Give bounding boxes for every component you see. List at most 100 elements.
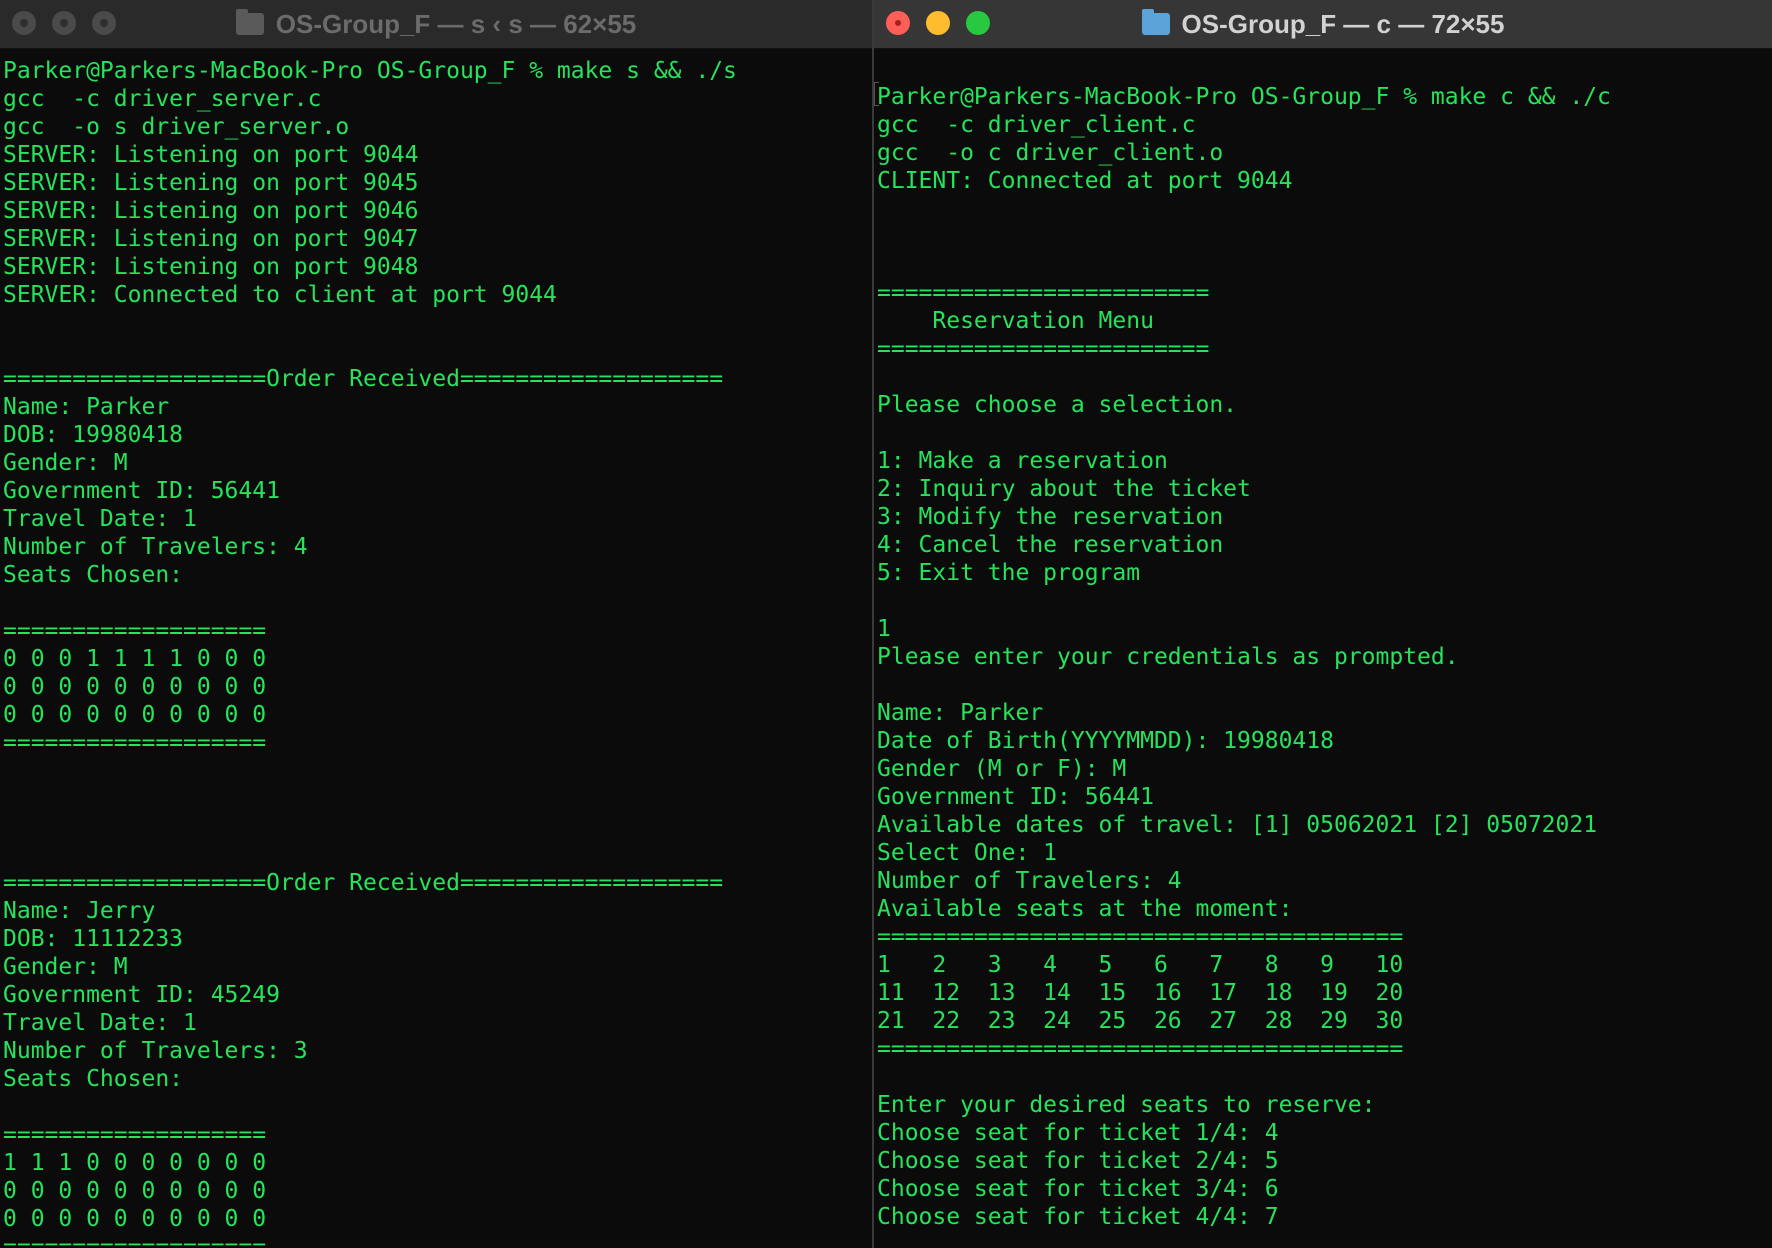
terminal-line: Gender: M: [3, 954, 128, 980]
terminal-line: 0 0 0 0 0 0 0 0 0 0: [3, 674, 267, 700]
terminal-line: Date of Birth(YYYYMMDD): 19980418: [877, 728, 1334, 754]
zoom-button[interactable]: [92, 11, 116, 35]
minimize-button[interactable]: [52, 11, 76, 35]
terminal-line: 1 1 1 0 0 0 0 0 0 0: [3, 1150, 267, 1176]
window-controls: [12, 11, 116, 35]
terminal-line: 1: [877, 616, 891, 642]
zoom-button[interactable]: [966, 11, 990, 35]
terminal-line: 21 22 23 24 25 26 27 28 29 30: [877, 1008, 1404, 1034]
window-controls: [886, 11, 990, 35]
client-window-title: OS-Group_F — c — 72×55: [1141, 9, 1504, 40]
terminal-line: 3: Modify the reservation: [877, 504, 1224, 530]
terminal-line: Parker@Parkers-MacBook-Pro OS-Group_F % …: [877, 84, 1611, 110]
terminal-line: ========================: [877, 280, 1210, 306]
terminal-line: Government ID: 45249: [3, 982, 280, 1008]
close-button[interactable]: [12, 11, 36, 35]
terminal-line: Please choose a selection.: [877, 392, 1238, 418]
terminal-line: 1 2 3 4 5 6 7 8 9 10: [877, 952, 1404, 978]
folder-icon: [235, 9, 264, 35]
minimize-button[interactable]: [926, 11, 950, 35]
terminal-line: Reservation Menu: [877, 308, 1154, 334]
terminal-line: 0 0 0 0 0 0 0 0 0 0: [3, 1178, 267, 1204]
folder-icon: [1141, 9, 1170, 35]
terminal-line: SERVER: Listening on port 9044: [3, 142, 419, 168]
terminal-line: Choose seat for ticket 1/4: 4: [877, 1120, 1279, 1146]
terminal-line: Choose seat for ticket 2/4: 5: [877, 1148, 1279, 1174]
terminal-line: Government ID: 56441: [877, 784, 1154, 810]
terminal-line: 0 0 0 0 0 0 0 0 0 0: [3, 702, 267, 728]
terminal-line: Available dates of travel: [1] 05062021 …: [877, 812, 1598, 838]
terminal-line: SERVER: Listening on port 9047: [3, 226, 419, 252]
terminal-line: Number of Travelers: 4: [877, 868, 1182, 894]
terminal-line: 0 0 0 0 0 0 0 0 0 0: [3, 1206, 267, 1232]
terminal-line: DOB: 19980418: [3, 422, 184, 448]
terminal-line: 4: Cancel the reservation: [877, 532, 1224, 558]
terminal-line: Gender: M: [3, 450, 128, 476]
terminal-line: CLIENT: Connected at port 9044: [877, 168, 1293, 194]
terminal-line: Seats Chosen:: [3, 562, 184, 588]
terminal-line: 2: Inquiry about the ticket: [877, 476, 1251, 502]
terminal-line: SERVER: Connected to client at port 9044: [3, 282, 557, 308]
terminal-line: SERVER: Listening on port 9045: [3, 170, 419, 196]
terminal-line: gcc -c driver_server.c: [3, 86, 322, 112]
server-title-bar[interactable]: OS-Group_F — s ‹ s — 62×55: [0, 0, 872, 49]
client-terminal-window[interactable]: OS-Group_F — c — 72×55 Parker@Parkers-Ma…: [874, 0, 1772, 1248]
terminal-line: Seats Chosen:: [3, 1066, 184, 1092]
terminal-line: ======================================: [877, 1036, 1404, 1062]
client-title-bar[interactable]: OS-Group_F — c — 72×55: [874, 0, 1772, 49]
terminal-line: Gender (M or F): M: [877, 756, 1127, 782]
terminal-line: Number of Travelers: 3: [3, 1038, 308, 1064]
terminal-line: Choose seat for ticket 3/4: 6: [877, 1176, 1279, 1202]
server-window-title: OS-Group_F — s ‹ s — 62×55: [235, 8, 637, 40]
server-terminal-output[interactable]: Parker@Parkers-MacBook-Pro OS-Group_F % …: [0, 49, 872, 1248]
terminal-line: Choose seat for ticket 4/4: 7: [877, 1204, 1279, 1230]
terminal-line: Government ID: 56441: [3, 478, 280, 504]
terminal-line: Number of Travelers: 4: [3, 534, 308, 560]
terminal-line: 0 0 0 1 1 1 1 0 0 0: [3, 646, 267, 672]
terminal-line: Name: Jerry: [3, 898, 156, 924]
terminal-line: gcc -o c driver_client.o: [877, 140, 1224, 166]
terminal-line: ===================: [3, 1122, 267, 1148]
terminal-line: SERVER: Listening on port 9048: [3, 254, 419, 280]
terminal-line: gcc -o s driver_server.o: [3, 114, 350, 140]
terminal-line: ===================: [3, 730, 267, 756]
terminal-line: ===================Order Received=======…: [3, 870, 724, 896]
terminal-line: Name: Parker: [877, 700, 1044, 726]
terminal-line: ======================================: [877, 924, 1404, 950]
server-terminal-window[interactable]: OS-Group_F — s ‹ s — 62×55 Parker@Parker…: [0, 0, 872, 1248]
terminal-line: Travel Date: 1: [3, 1010, 197, 1036]
terminal-line: gcc -c driver_client.c: [877, 112, 1196, 138]
terminal-line: ===================: [3, 1234, 267, 1248]
client-terminal-output[interactable]: Parker@Parkers-MacBook-Pro OS-Group_F % …: [874, 49, 1772, 1231]
terminal-line: Please enter your credentials as prompte…: [877, 644, 1459, 670]
terminal-line: 1: Make a reservation: [877, 448, 1168, 474]
terminal-line: ===================Order Received=======…: [3, 366, 724, 392]
scroll-marker: [874, 82, 879, 106]
server-window-title-text: OS-Group_F — s ‹ s — 62×55: [275, 8, 637, 39]
terminal-line: Travel Date: 1: [3, 506, 197, 532]
terminal-line: Enter your desired seats to reserve:: [877, 1092, 1376, 1118]
terminal-line: Name: Parker: [3, 394, 170, 420]
terminal-line: DOB: 11112233: [3, 926, 184, 952]
terminal-line: ===================: [3, 618, 267, 644]
terminal-line: Select One: 1: [877, 840, 1058, 866]
terminal-line: ========================: [877, 336, 1210, 362]
close-button[interactable]: [886, 11, 910, 35]
terminal-line: Available seats at the moment:: [877, 896, 1293, 922]
